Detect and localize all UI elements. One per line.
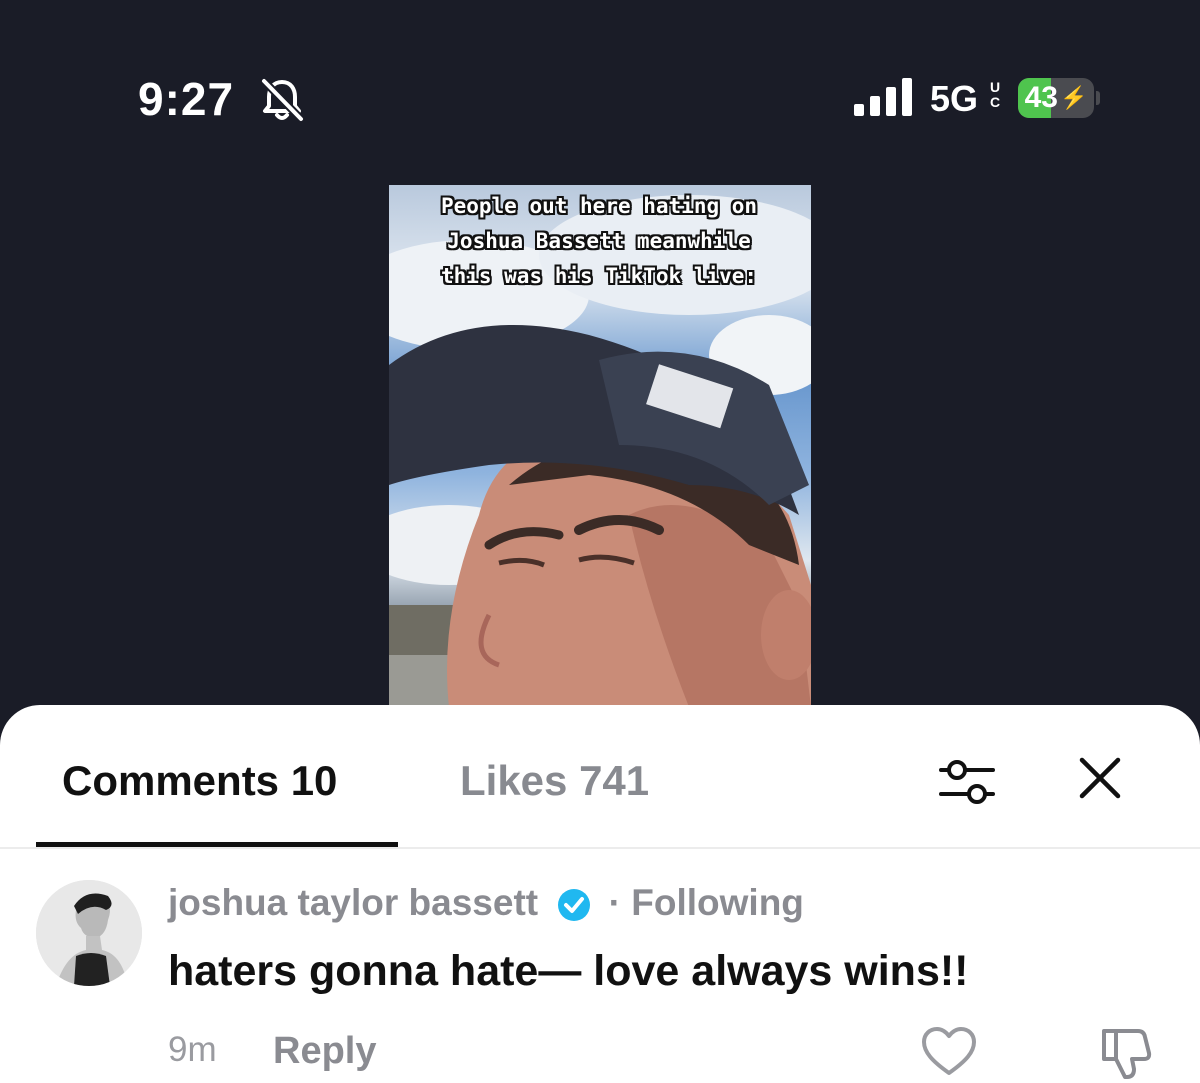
network-suffix-top: U (989, 79, 1001, 95)
avatar[interactable] (36, 880, 142, 986)
video-preview[interactable]: People out here hating on Joshua Bassett… (389, 185, 811, 707)
battery-level: 43 (1024, 81, 1058, 114)
tab-likes[interactable]: Likes 741 (460, 757, 649, 805)
avatar-image (36, 880, 142, 986)
network-type: 5G (930, 78, 979, 119)
filter-sliders-icon[interactable] (935, 750, 999, 814)
status-bar: 9:27 5G U C 43 ⚡ (0, 0, 1200, 190)
status-time: 9:27 (138, 73, 235, 125)
network-suffix-bottom: C (989, 94, 1001, 110)
thumbs-down-icon[interactable] (1098, 1023, 1156, 1081)
comment-item: joshua taylor bassett · Following haters… (0, 850, 1200, 1083)
battery-icon: 43 ⚡ (1018, 78, 1094, 118)
comment-author[interactable]: joshua taylor bassett (168, 882, 538, 923)
divider (0, 847, 1200, 849)
charging-bolt-icon: ⚡ (1059, 85, 1088, 110)
heart-icon[interactable] (920, 1025, 978, 1079)
video-caption-line: People out here hating on (440, 194, 758, 218)
battery-label: 43 ⚡ (1018, 78, 1094, 118)
close-icon[interactable] (1074, 752, 1126, 804)
following-label: Following (631, 882, 804, 923)
video-caption-line: this was his TikTok live: (440, 264, 758, 288)
network-suffix: U C (988, 80, 1002, 110)
bell-slash-icon (261, 78, 304, 122)
comment-timestamp: 9m (168, 1030, 217, 1069)
reply-button[interactable]: Reply (273, 1030, 376, 1073)
signal-bars-icon (854, 78, 912, 116)
verified-badge-icon (558, 889, 591, 922)
comment-header: joshua taylor bassett · Following (168, 882, 804, 924)
video-caption: People out here hating on Joshua Bassett… (399, 189, 799, 294)
comment-text: haters gonna hate— love always wins!! (168, 947, 969, 995)
meta-separator: · (608, 882, 621, 923)
tab-comments[interactable]: Comments 10 (62, 757, 337, 805)
comments-sheet: Comments 10 Likes 741 joshua taylor bass… (0, 705, 1200, 1083)
battery-tip (1096, 91, 1100, 105)
video-caption-line: Joshua Bassett meanwhile (447, 229, 751, 253)
